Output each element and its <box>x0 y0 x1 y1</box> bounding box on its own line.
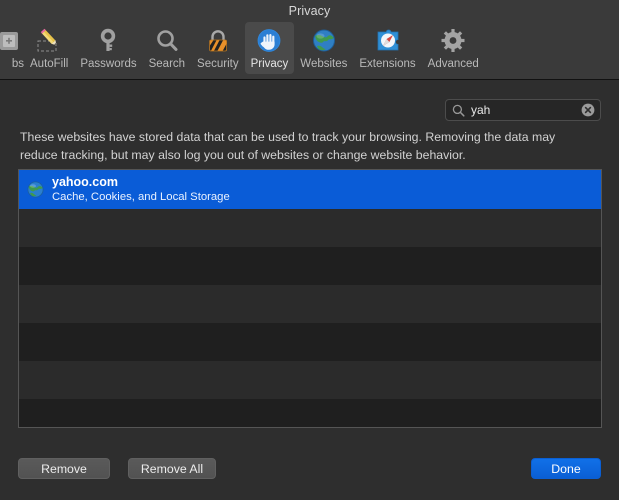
toolbar-label-tabs: bs <box>11 58 24 70</box>
privacy-description: These websites have stored data that can… <box>20 130 556 162</box>
toolbar-item-search[interactable]: Search <box>143 22 191 74</box>
row-subtitle: Cache, Cookies, and Local Storage <box>52 191 230 203</box>
puzzle-compass-icon <box>373 26 403 56</box>
tabs-icon <box>0 26 24 56</box>
autofill-pencil-icon <box>34 26 64 56</box>
toolbar-item-privacy[interactable]: Privacy <box>244 22 295 74</box>
privacy-pane: yah These websites have stored data that… <box>0 80 619 500</box>
toolbar-label-passwords: Passwords <box>80 58 137 70</box>
window-title: Privacy <box>288 4 331 18</box>
toolbar-item-tabs[interactable]: bs <box>0 22 24 74</box>
toolbar-item-websites[interactable]: Websites <box>294 22 353 74</box>
toolbar-item-advanced[interactable]: Advanced <box>422 22 485 74</box>
row-title: yahoo.com <box>52 175 118 189</box>
search-row: yah <box>445 99 601 121</box>
toolbar-label-privacy: Privacy <box>250 58 289 70</box>
privacy-preferences-window: Privacy bs AutoFill Passwords Search Sec… <box>0 0 619 500</box>
toolbar-label-advanced: Advanced <box>427 58 479 70</box>
globe-icon <box>309 26 339 56</box>
remove-all-button[interactable]: Remove All <box>128 458 216 479</box>
toolbar-label-security: Security <box>197 58 239 70</box>
table-row[interactable] <box>19 209 601 247</box>
done-button[interactable]: Done <box>531 458 601 479</box>
gear-icon <box>438 26 468 56</box>
toolbar-label-autofill: AutoFill <box>30 58 69 70</box>
table-row[interactable] <box>19 323 601 361</box>
hand-icon <box>254 26 284 56</box>
clear-circle-icon[interactable] <box>581 103 595 117</box>
toolbar-label-extensions: Extensions <box>359 58 416 70</box>
toolbar-item-extensions[interactable]: Extensions <box>353 22 421 74</box>
search-input[interactable]: yah <box>471 103 581 117</box>
table-row[interactable] <box>19 247 601 285</box>
toolbar-label-search: Search <box>148 58 186 70</box>
magnifier-icon <box>152 26 182 56</box>
website-globe-icon <box>27 181 44 198</box>
toolbar-item-passwords[interactable]: Passwords <box>74 22 142 74</box>
toolbar-item-autofill[interactable]: AutoFill <box>24 22 74 74</box>
table-row[interactable]: yahoo.com Cache, Cookies, and Local Stor… <box>19 170 601 209</box>
search-icon <box>452 104 465 117</box>
table-row[interactable] <box>19 285 601 323</box>
toolbar-label-websites: Websites <box>300 58 348 70</box>
search-field[interactable]: yah <box>445 99 601 121</box>
preferences-toolbar: bs AutoFill Passwords Search Security Pr… <box>0 22 619 79</box>
key-icon <box>93 26 123 56</box>
table-row[interactable] <box>19 361 601 399</box>
website-data-list[interactable]: yahoo.com Cache, Cookies, and Local Stor… <box>18 169 602 428</box>
remove-button[interactable]: Remove <box>18 458 110 479</box>
padlock-icon <box>203 26 233 56</box>
toolbar-item-security[interactable]: Security <box>191 22 245 74</box>
window-titlebar: Privacy bs AutoFill Passwords Search Sec… <box>0 0 619 80</box>
table-row[interactable] <box>19 399 601 427</box>
